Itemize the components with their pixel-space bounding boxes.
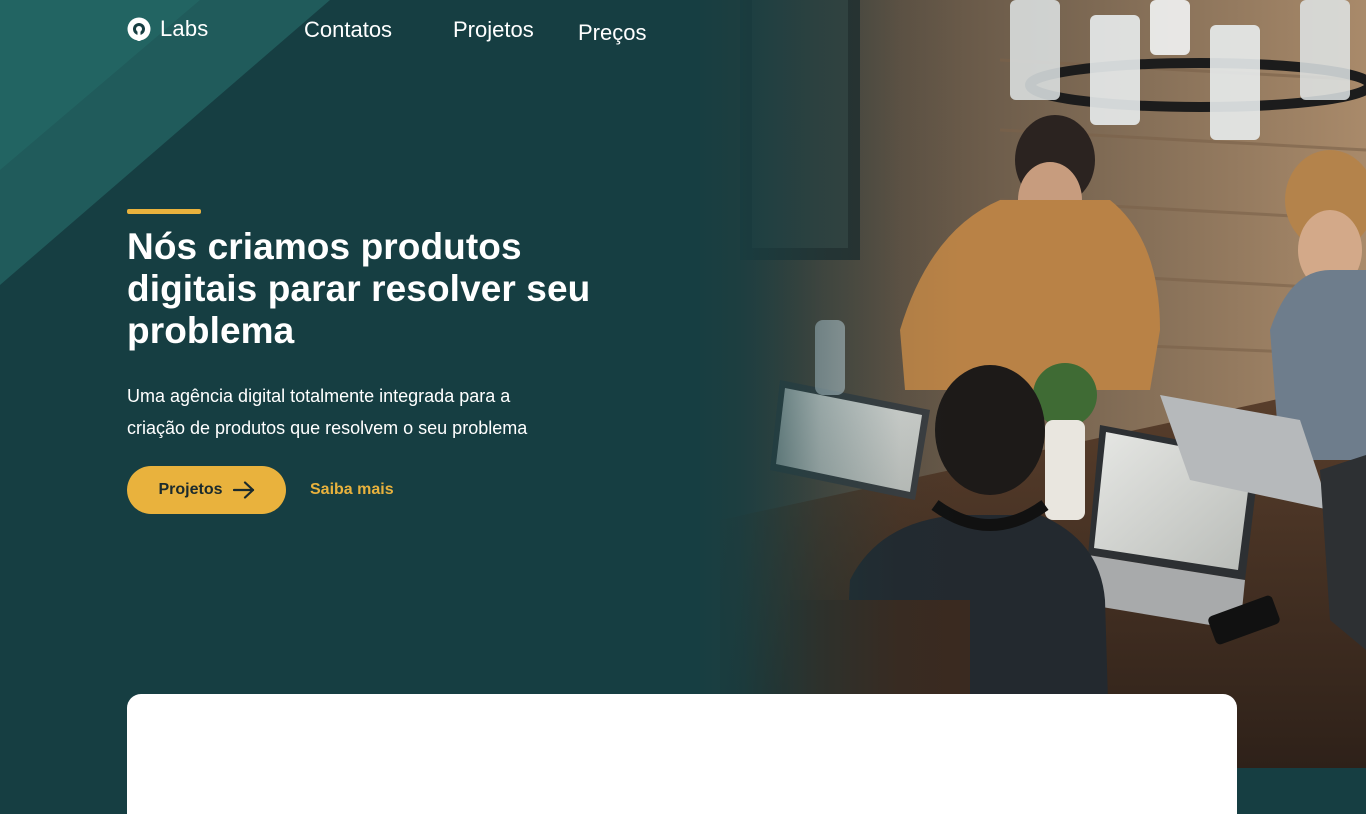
hero-title: Nós criamos produtos digitais parar reso… <box>127 226 591 351</box>
brand-logo[interactable]: Labs <box>127 16 209 42</box>
hero-section: Nós criamos produtos digitais parar reso… <box>127 209 597 514</box>
hero-description: Uma agência digital totalmente integrada… <box>127 386 528 438</box>
circle-o-logo-icon <box>127 17 151 41</box>
projetos-button-label: Projetos <box>158 481 223 498</box>
saiba-mais-link[interactable]: Saiba mais <box>310 481 394 499</box>
nav-link-contatos[interactable]: Contatos <box>304 17 392 43</box>
arrow-right-icon <box>232 481 254 499</box>
brand-name: Labs <box>160 16 209 41</box>
title-accent-bar <box>127 209 201 214</box>
cta-row: Projetos Saiba mais <box>127 466 597 514</box>
nav-link-projetos[interactable]: Projetos <box>453 17 534 43</box>
top-navigation: Labs Contatos Projetos Preços <box>0 0 1366 60</box>
nav-link-precos[interactable]: Preços <box>578 20 646 46</box>
content-card <box>127 694 1237 814</box>
projetos-button[interactable]: Projetos <box>127 466 286 514</box>
